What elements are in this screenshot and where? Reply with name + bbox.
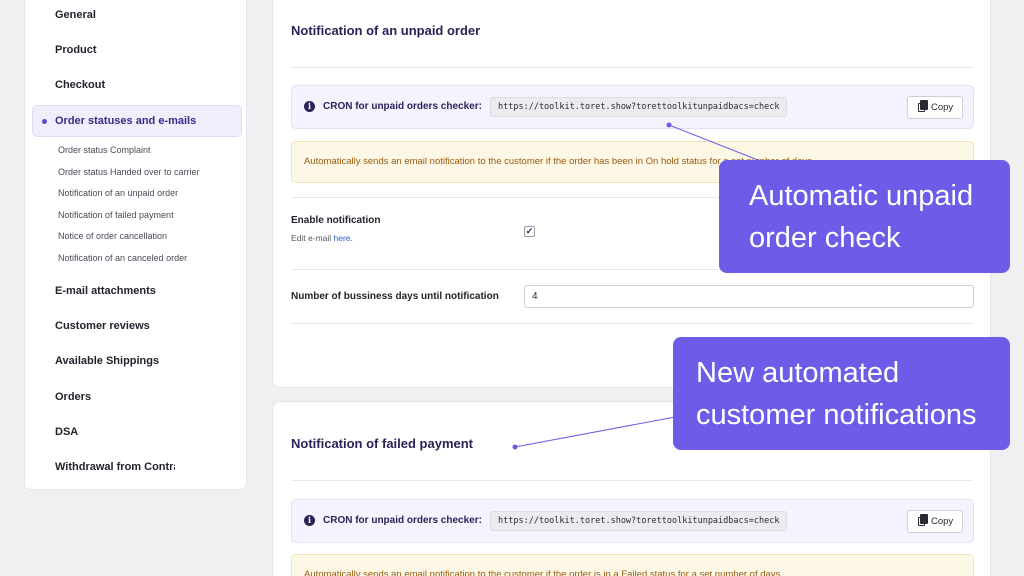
active-dot-icon bbox=[42, 119, 47, 124]
sidebar-item-available-shippings[interactable]: Available Shippings bbox=[55, 355, 159, 367]
edit-email-text: Edit e-mail bbox=[291, 233, 334, 243]
sidebar-subitem-handed-over[interactable]: Order status Handed over to carrier bbox=[58, 167, 200, 177]
sidebar-item-general[interactable]: General bbox=[55, 9, 96, 21]
copy-icon bbox=[918, 514, 928, 526]
sidebar-item-checkout[interactable]: Checkout bbox=[55, 79, 105, 91]
cron-label: CRON for unpaid orders checker: bbox=[323, 515, 482, 526]
sidebar-subitem-complaint[interactable]: Order status Complaint bbox=[58, 145, 151, 155]
copy-label: Copy bbox=[931, 516, 954, 527]
settings-sidebar: General Product Checkout Order statuses … bbox=[24, 0, 247, 490]
sidebar-item-order-statuses[interactable]: Order statuses and e-mails bbox=[32, 105, 242, 137]
cron-url-code: https://toolkit.toret.show?torettoolkitu… bbox=[490, 97, 788, 117]
notice-box: Automatically sends an email notificatio… bbox=[291, 554, 974, 576]
sidebar-subitem-unpaid-order[interactable]: Notification of an unpaid order bbox=[58, 188, 178, 198]
divider bbox=[291, 323, 972, 324]
sidebar-item-label: Order statuses and e-mails bbox=[55, 115, 197, 127]
cron-url-code: https://toolkit.toret.show?torettoolkitu… bbox=[490, 511, 788, 531]
enable-notification-checkbox[interactable]: ✓ bbox=[524, 226, 535, 237]
divider bbox=[291, 67, 972, 68]
sidebar-item-dsa[interactable]: DSA bbox=[55, 426, 78, 438]
cron-label: CRON for unpaid orders checker: bbox=[323, 101, 482, 112]
callout-line: customer notifications bbox=[696, 399, 977, 431]
sidebar-item-customer-reviews[interactable]: Customer reviews bbox=[55, 320, 150, 332]
edit-email-help: Edit e-mail here. bbox=[291, 233, 353, 243]
info-icon: i bbox=[304, 101, 315, 112]
sidebar-item-email-attachments[interactable]: E-mail attachments bbox=[55, 285, 156, 297]
sidebar-item-orders[interactable]: Orders bbox=[55, 391, 91, 403]
sidebar-subitem-failed-payment[interactable]: Notification of failed payment bbox=[58, 210, 174, 220]
enable-notification-label: Enable notification bbox=[291, 215, 381, 226]
callout-automatic-unpaid-check: Automatic unpaid order check bbox=[719, 160, 1010, 273]
sidebar-item-withdrawal[interactable]: Withdrawal from Contra bbox=[55, 461, 175, 473]
card-title: Notification of an unpaid order bbox=[291, 23, 481, 38]
edit-email-link[interactable]: here. bbox=[334, 233, 353, 243]
callout-line: New automated bbox=[696, 357, 900, 389]
cron-info-box: i CRON for unpaid orders checker: https:… bbox=[291, 85, 974, 129]
copy-icon bbox=[918, 100, 928, 112]
copy-button[interactable]: Copy bbox=[907, 510, 963, 533]
callout-new-notifications: New automated customer notifications bbox=[673, 337, 1010, 450]
info-icon: i bbox=[304, 515, 315, 526]
copy-label: Copy bbox=[931, 102, 954, 113]
sidebar-subitem-order-cancellation[interactable]: Notice of order cancellation bbox=[58, 231, 167, 241]
days-until-notification-input[interactable]: 4 bbox=[524, 285, 974, 308]
callout-line: Automatic unpaid bbox=[749, 180, 974, 212]
card-title: Notification of failed payment bbox=[291, 436, 474, 451]
divider bbox=[291, 480, 972, 481]
sidebar-subitem-canceled-order[interactable]: Notification of an canceled order bbox=[58, 253, 187, 263]
copy-button[interactable]: Copy bbox=[907, 96, 963, 119]
callout-line: order check bbox=[749, 222, 901, 254]
days-until-notification-label: Number of bussiness days until notificat… bbox=[291, 291, 499, 302]
cron-info-box: i CRON for unpaid orders checker: https:… bbox=[291, 499, 974, 543]
sidebar-item-product[interactable]: Product bbox=[55, 44, 97, 56]
